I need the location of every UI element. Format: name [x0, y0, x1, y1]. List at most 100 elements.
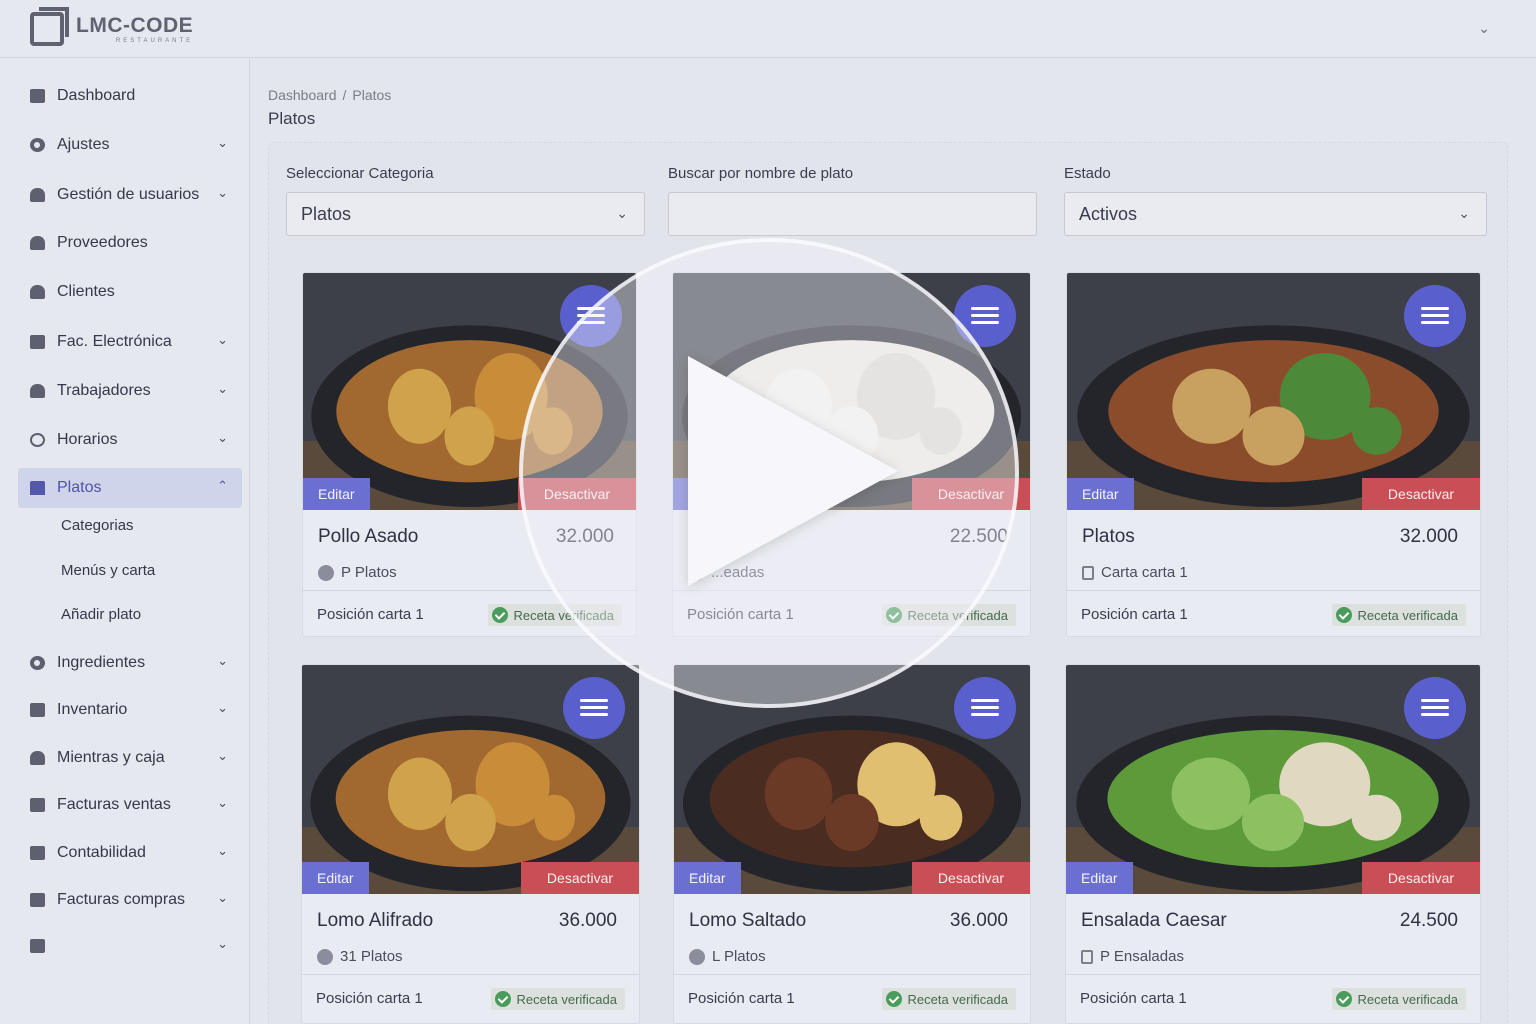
sidebar-item-fac-electronica[interactable]: Fac. Electrónica ⌄: [18, 322, 242, 362]
verified-label: Receta verificada: [1357, 607, 1458, 623]
edit-button[interactable]: Editar: [302, 862, 369, 894]
sidebar-item-label: Contabilidad: [57, 844, 146, 861]
chevron-down-icon: ⌄: [217, 332, 228, 347]
edit-button[interactable]: Editar: [303, 478, 370, 510]
sidebar-item-inventario[interactable]: Inventario ⌄: [18, 690, 242, 730]
sidebar-subitem-anadir-plato[interactable]: Añadir plato: [61, 606, 141, 623]
sidebar-item-label: Platos: [57, 479, 102, 496]
verified-label: Receta verificada: [1357, 991, 1458, 1007]
dish-card[interactable]: Editar Desactivar Ensalada Caesar 24.500…: [1065, 664, 1481, 1024]
sidebar-item-label: Horarios: [57, 431, 118, 448]
clients-icon: [30, 285, 45, 299]
sidebar-item-usuarios[interactable]: Gestión de usuarios ⌄: [18, 175, 242, 215]
deactivate-button[interactable]: Desactivar: [521, 862, 639, 894]
sidebar-item-label: Facturas ventas: [57, 796, 171, 813]
play-icon[interactable]: [688, 356, 898, 586]
search-input[interactable]: [668, 192, 1037, 236]
menu-badge-icon[interactable]: [954, 677, 1016, 739]
accounting-icon: [30, 846, 45, 860]
sidebar-item-facturas-ventas[interactable]: Facturas ventas ⌄: [18, 785, 242, 825]
brand-subtitle: RESTAURANTE: [115, 37, 194, 44]
sidebar-item-ajustes[interactable]: Ajustes ⌄: [18, 125, 242, 165]
logo-icon: [30, 7, 69, 46]
dish-category-label: P Ensaladas: [1100, 948, 1184, 965]
verified-badge: Receta verificada: [881, 988, 1016, 1010]
sidebar-item-label: Trabajadores: [57, 382, 151, 399]
edit-button[interactable]: Editar: [1067, 478, 1134, 510]
deactivate-button[interactable]: Desactivar: [912, 862, 1030, 894]
menu-position: Posición carta 1: [688, 990, 795, 1007]
clock-icon: [30, 433, 45, 447]
dish-price: 32.000: [1399, 526, 1458, 547]
brand-title: LMC-CODE: [76, 13, 194, 37]
dish-card[interactable]: Editar Desactivar Platos 32.000 Carta ca…: [1066, 272, 1481, 637]
chevron-down-icon: ⌄: [217, 135, 228, 150]
status-select-value: Activos: [1079, 203, 1138, 224]
dish-price: 36.000: [558, 910, 617, 931]
sidebar-item-label: Ingredientes: [57, 654, 146, 671]
sidebar-item-proveedores[interactable]: Proveedores: [18, 223, 242, 263]
dish-name: Ensalada Caesar: [1081, 910, 1227, 931]
store-icon: [30, 481, 45, 495]
chevron-down-icon: ⌄: [1458, 205, 1470, 221]
sidebar-item-trabajadores[interactable]: Trabajadores ⌄: [18, 371, 242, 411]
dish-name: Lomo Alifrado: [317, 910, 434, 931]
sidebar-item-dashboard[interactable]: Dashboard: [18, 76, 242, 116]
sidebar-item-facturas-compras[interactable]: Facturas compras ⌄: [18, 880, 242, 920]
category-icon: [317, 948, 333, 965]
dish-category-label: L Platos: [712, 948, 766, 965]
chevron-down-icon: ⌄: [217, 653, 228, 668]
sidebar-subitem-categorias[interactable]: Categorias: [61, 517, 134, 534]
dish-name: Pollo Asado: [318, 526, 419, 547]
verified-badge: Receta verificada: [1331, 988, 1466, 1010]
sidebar-item-contabilidad[interactable]: Contabilidad ⌄: [18, 833, 242, 873]
dish-name: Platos: [1082, 526, 1135, 547]
dish-category: P Ensaladas: [1081, 948, 1184, 965]
purchase-invoice-icon: [30, 893, 45, 907]
card-divider: [1067, 590, 1480, 591]
category-filter-label: Seleccionar Categoria: [286, 165, 434, 182]
status-select[interactable]: Activos ⌄: [1064, 192, 1487, 236]
breadcrumb-root[interactable]: Dashboard: [268, 87, 337, 103]
gear-icon: [30, 138, 45, 152]
dashboard-icon: [30, 89, 45, 103]
edit-button[interactable]: Editar: [674, 862, 741, 894]
category-icon: [318, 564, 334, 581]
brand-logo[interactable]: LMC-CODE RESTAURANTE: [30, 7, 194, 46]
deactivate-button[interactable]: Desactivar: [1362, 478, 1480, 510]
ingredients-icon: [30, 656, 45, 670]
menu-position: Posición carta 1: [1081, 606, 1188, 623]
card-divider: [302, 974, 639, 975]
category-icon: [689, 948, 705, 965]
worker-icon: [30, 384, 45, 398]
sidebar-item-caja[interactable]: Mientras y caja ⌄: [18, 738, 242, 778]
dish-category-label: P Platos: [341, 564, 397, 581]
chevron-down-icon: ⌄: [217, 843, 228, 858]
menu-badge-icon[interactable]: [563, 677, 625, 739]
menu-badge-icon[interactable]: [1404, 285, 1466, 347]
breadcrumb-current: Platos: [352, 87, 392, 103]
sidebar-item-label: Gestión de usuarios: [57, 186, 200, 203]
dish-category-label: Carta carta 1: [1101, 564, 1188, 581]
menu-position: Posición carta 1: [1080, 990, 1187, 1007]
sidebar-item-clientes[interactable]: Clientes: [18, 272, 242, 312]
sidebar-item-label: Dashboard: [57, 87, 136, 104]
sidebar-item-extra[interactable]: ⌄: [18, 926, 242, 966]
card-divider: [674, 974, 1030, 975]
menu-position: Posición carta 1: [316, 990, 423, 1007]
top-header: LMC-CODE RESTAURANTE ⌄: [0, 0, 1536, 58]
book-icon: [1082, 565, 1094, 580]
dish-card[interactable]: Editar Desactivar Lomo Saltado 36.000 L …: [673, 664, 1031, 1024]
edit-button[interactable]: Editar: [1066, 862, 1133, 894]
sidebar-subitem-menus-carta[interactable]: Menús y carta: [61, 562, 155, 579]
category-select[interactable]: Platos ⌄: [286, 192, 645, 236]
sidebar-item-platos[interactable]: Platos ⌃: [18, 468, 242, 508]
sidebar-item-horarios[interactable]: Horarios ⌄: [18, 420, 242, 460]
dish-card[interactable]: Editar Desactivar Lomo Alifrado 36.000 3…: [301, 664, 640, 1024]
deactivate-button[interactable]: Desactivar: [1362, 862, 1480, 894]
chevron-down-icon: ⌄: [217, 890, 228, 905]
user-menu-chevron-icon[interactable]: ⌄: [1478, 20, 1490, 37]
sidebar-item-ingredientes[interactable]: Ingredientes ⌄: [18, 643, 242, 683]
clipboard-icon: [30, 939, 45, 953]
menu-badge-icon[interactable]: [1404, 677, 1466, 739]
